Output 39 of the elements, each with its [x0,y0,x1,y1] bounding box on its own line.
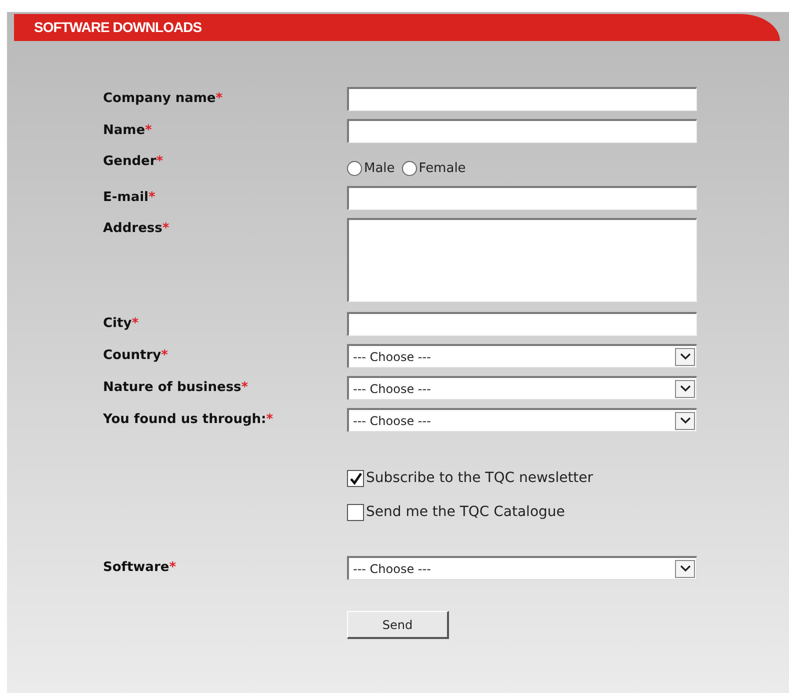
field-label: Gender [103,153,156,171]
radio-button[interactable] [347,160,362,176]
field-label: Company name [103,90,216,108]
required-mark: * [156,153,164,171]
required-mark: * [169,559,176,578]
field-label: Name [103,122,146,140]
required-mark: * [161,347,168,366]
checkbox-label: Send me the TQC Catalogue [366,503,565,522]
required-mark: * [148,189,156,208]
field-label: E-mail [103,189,149,208]
field-label: Software [103,559,170,578]
dropdown[interactable]: --- Choose --- [347,376,697,400]
field-label: Address [103,220,162,238]
field-label: City [103,315,132,334]
header-title: SOFTWARE DOWNLOADS [34,18,202,37]
dropdown[interactable]: --- Choose --- [347,556,697,580]
text-field[interactable] [347,312,697,336]
field-label: Country [103,347,162,366]
field-label: You found us through: [103,411,266,430]
checkbox[interactable] [347,470,364,487]
required-mark: * [216,90,223,108]
radio-label: Female [418,160,466,178]
required-mark: * [241,379,248,398]
text-area[interactable] [347,218,697,302]
required-mark: * [132,315,138,334]
checkbox-label: Subscribe to the TQC newsletter [366,469,594,488]
field-label: Nature of business [103,379,242,398]
send-button[interactable]: Send [347,611,449,639]
text-field[interactable] [347,119,697,143]
checkbox[interactable] [347,504,364,521]
dropdown[interactable]: --- Choose --- [347,408,697,432]
text-field[interactable] [347,186,697,210]
required-mark: * [162,220,170,238]
text-field[interactable] [347,87,697,111]
required-mark: * [145,122,152,140]
radio-button[interactable] [402,160,417,176]
dropdown[interactable]: --- Choose --- [347,344,697,368]
required-mark: * [266,411,274,430]
radio-label: Male [364,160,395,178]
